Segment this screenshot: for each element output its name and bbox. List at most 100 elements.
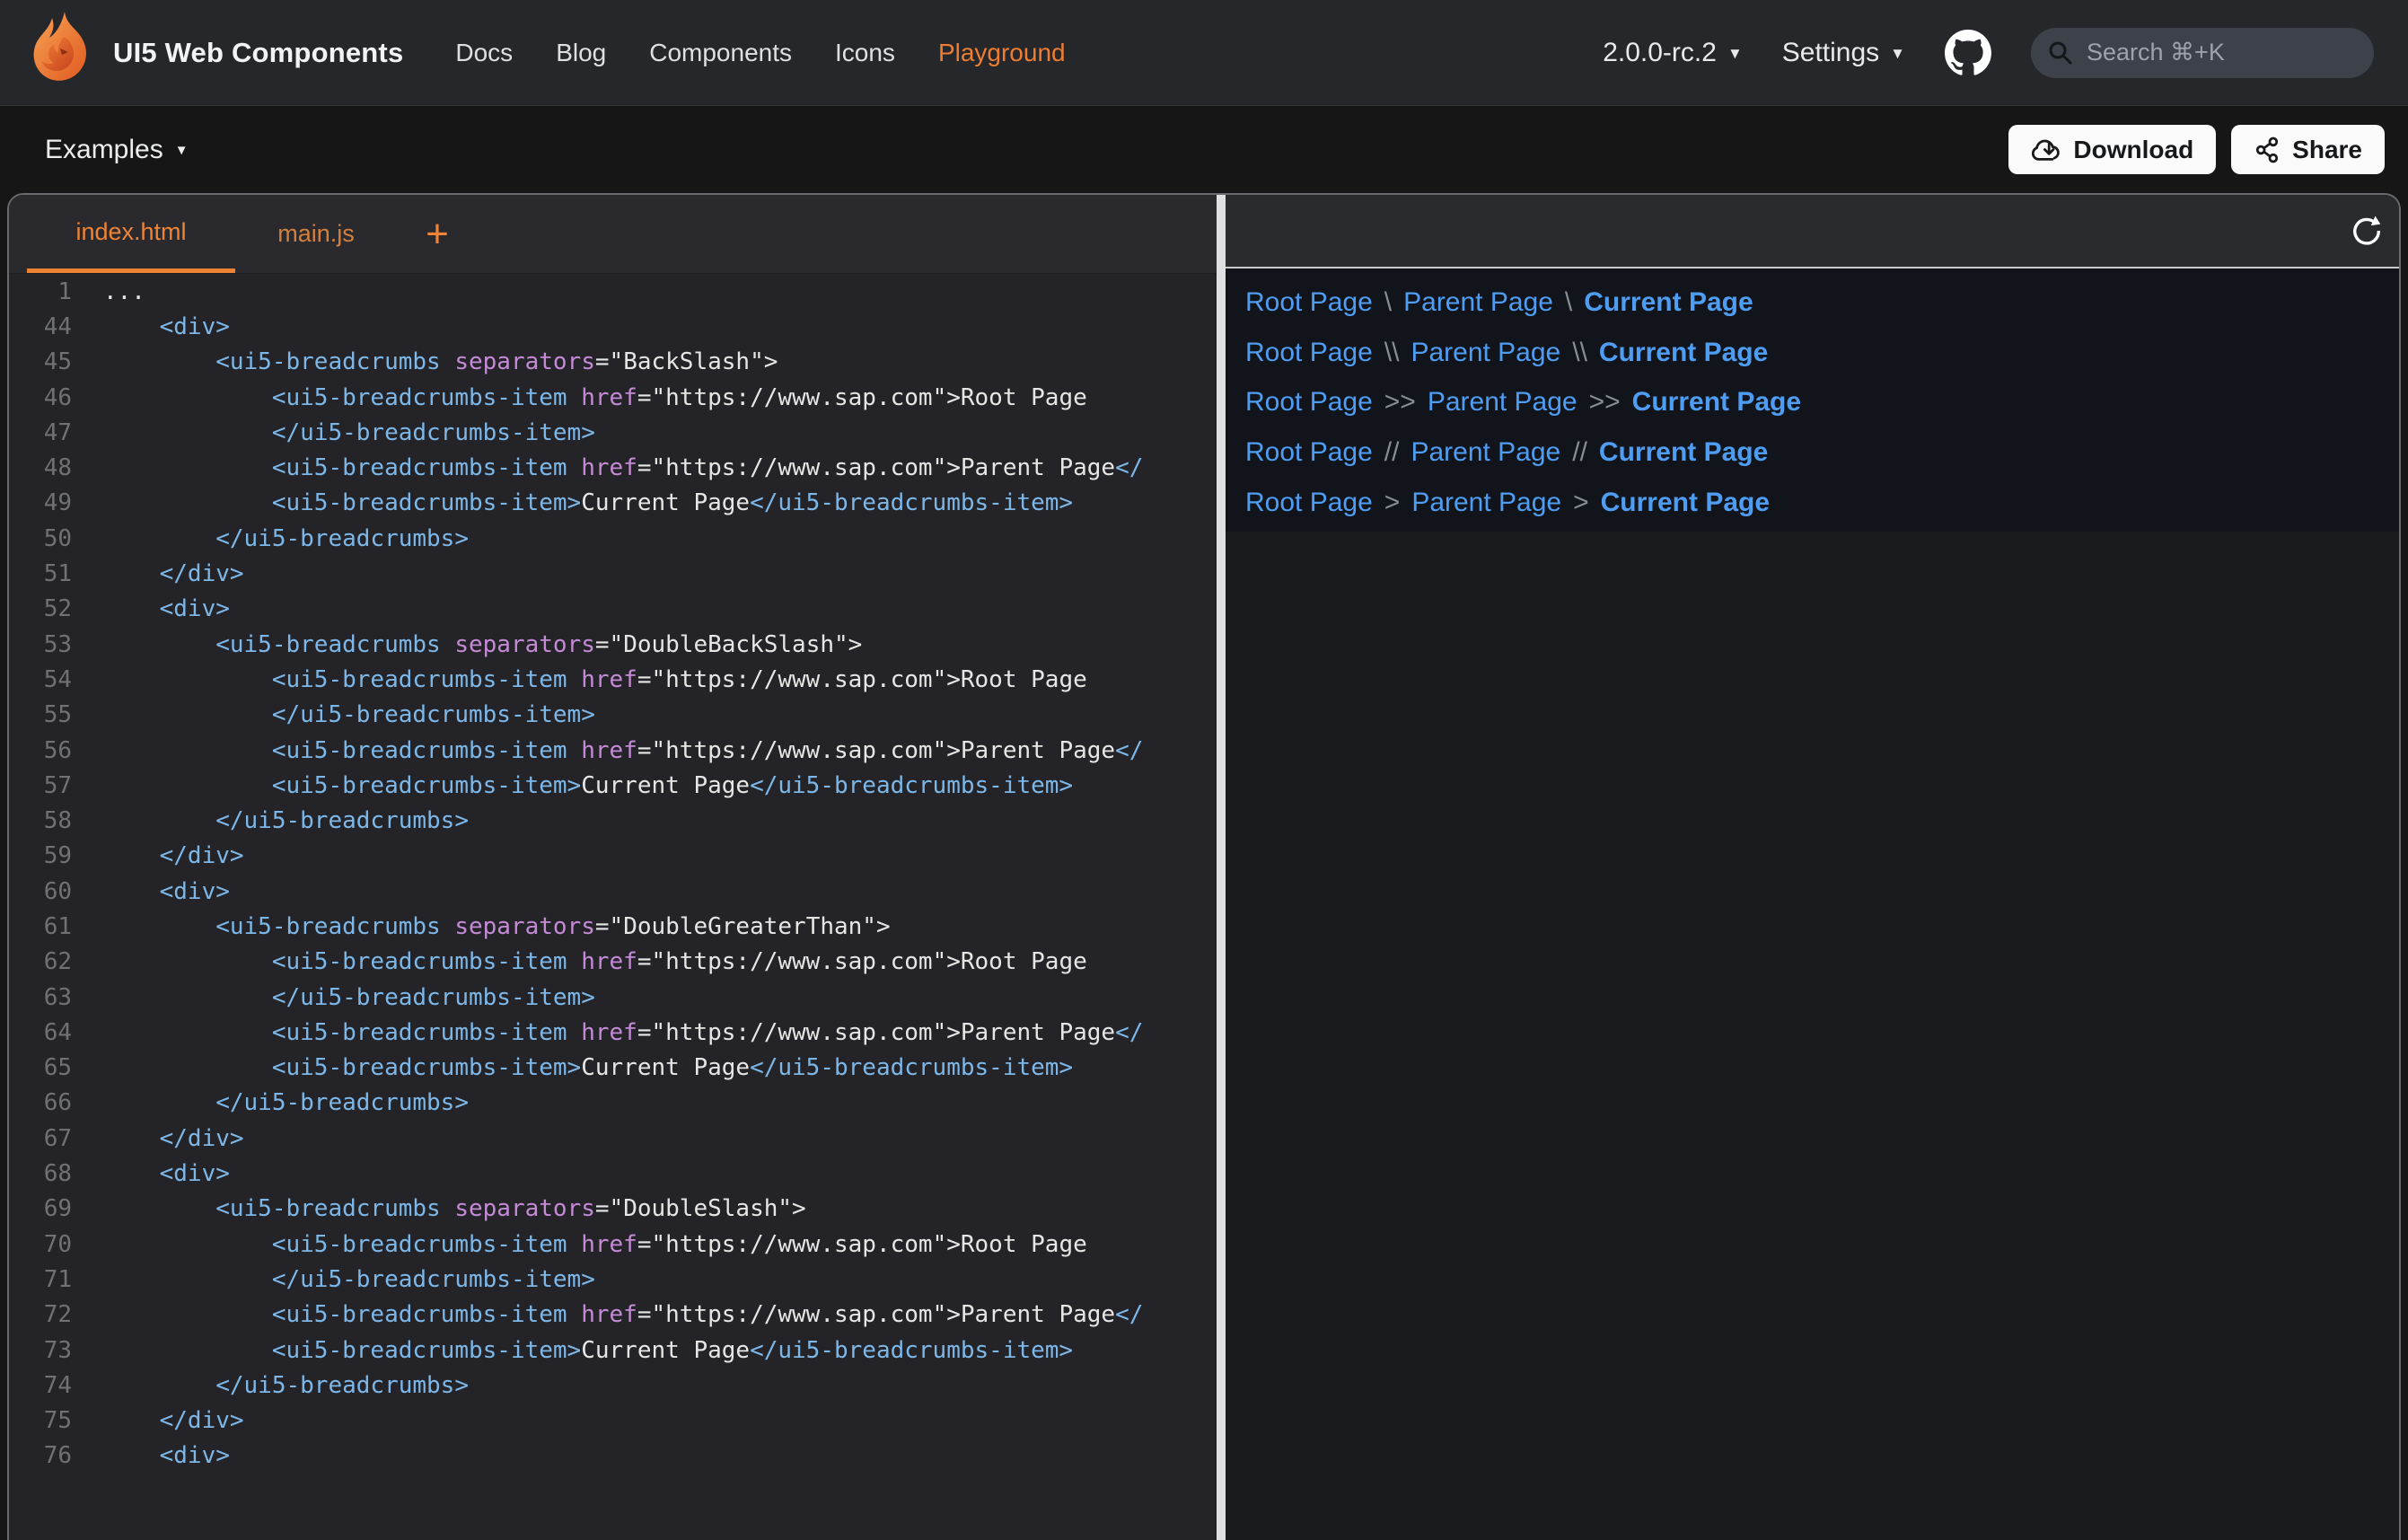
code-line: 60 <div> [9,874,1217,909]
breadcrumb-separator: > [1384,488,1401,518]
breadcrumb-separator: >> [1589,387,1621,418]
tab-main-js[interactable]: main.js [249,195,383,273]
line-number: 73 [9,1337,72,1364]
line-number: 61 [9,913,72,940]
line-number: 64 [9,1019,72,1046]
breadcrumb-separator: \ [1384,287,1392,318]
line-number: 58 [9,807,72,834]
version-dropdown[interactable]: 2.0.0-rc.2 ▼ [1603,38,1743,68]
code-line: 76 <div> [9,1439,1217,1474]
breadcrumb-link[interactable]: Root Page [1245,387,1373,418]
playground-container: index.html main.js + 1...44 <div>45 <ui5… [7,193,2401,1540]
line-number: 48 [9,454,72,481]
code-editor-pane: index.html main.js + 1...44 <div>45 <ui5… [9,195,1217,1540]
code-line: 50 </ui5-breadcrumbs> [9,521,1217,556]
chevron-down-icon: ▼ [1890,46,1905,61]
code-line: 62 <ui5-breadcrumbs-item href="https://w… [9,945,1217,980]
code-line: 51 </div> [9,556,1217,591]
line-number: 49 [9,489,72,516]
breadcrumb-separator: \ [1565,287,1572,318]
breadcrumb-link[interactable]: Root Page [1245,488,1373,518]
search-placeholder: Search ⌘+K [2087,39,2225,66]
breadcrumb-current: Current Page [1601,488,1770,518]
tab-index-html[interactable]: index.html [27,195,235,273]
breadcrumb-row: Root Page >> Parent Page >> Current Page [1245,377,2399,427]
code-line: 74 </ui5-breadcrumbs> [9,1368,1217,1403]
nav-item-docs[interactable]: Docs [455,39,513,67]
nav-item-blog[interactable]: Blog [556,39,606,67]
breadcrumb-current: Current Page [1599,437,1768,468]
brand-title[interactable]: UI5 Web Components [113,37,403,69]
ui5-phoenix-logo-icon[interactable] [27,11,99,95]
breadcrumb-link[interactable]: Parent Page [1428,387,1578,418]
code-line: 65 <ui5-breadcrumbs-item>Current Page</u… [9,1051,1217,1086]
line-number: 53 [9,631,72,658]
breadcrumb-separator: >> [1384,387,1416,418]
breadcrumb-link[interactable]: Root Page [1245,338,1373,368]
line-number: 68 [9,1160,72,1187]
code-editor[interactable]: 1...44 <div>45 <ui5-breadcrumbs separato… [9,274,1217,1540]
pane-resizer[interactable] [1217,195,1226,1540]
line-number: 47 [9,419,72,446]
line-number: 60 [9,878,72,905]
breadcrumb-link[interactable]: Root Page [1245,437,1373,468]
examples-toolbar: Examples ▼ Download Share [0,106,2408,193]
line-number: 67 [9,1125,72,1152]
examples-dropdown[interactable]: Examples ▼ [45,135,189,165]
preview-frame: Root Page\Parent Page\Current PageRoot P… [1226,268,2399,532]
breadcrumb-row: Root Page \\ Parent Page \\ Current Page [1245,328,2399,378]
line-number: 57 [9,772,72,799]
search-icon [2047,40,2074,66]
code-line: 45 <ui5-breadcrumbs separators="BackSlas… [9,345,1217,380]
breadcrumb-current: Current Page [1632,387,1801,418]
code-line: 46 <ui5-breadcrumbs-item href="https://w… [9,380,1217,415]
settings-dropdown[interactable]: Settings ▼ [1782,38,1905,68]
preview-empty-area [1226,532,2399,1540]
line-number: 54 [9,666,72,693]
line-number: 66 [9,1089,72,1116]
breadcrumb-link[interactable]: Parent Page [1411,488,1561,518]
breadcrumb-separator: \\ [1384,338,1400,368]
toolbar-actions: Download Share [2008,125,2385,174]
line-number: 71 [9,1266,72,1293]
code-line: 55 </ui5-breadcrumbs-item> [9,698,1217,733]
line-number: 62 [9,948,72,975]
line-number: 50 [9,525,72,552]
share-label: Share [2292,136,2362,164]
breadcrumb-link[interactable]: Root Page [1245,287,1373,318]
breadcrumb-current: Current Page [1599,338,1768,368]
code-line: 57 <ui5-breadcrumbs-item>Current Page</u… [9,768,1217,803]
nav-item-icons[interactable]: Icons [835,39,895,67]
search-input[interactable]: Search ⌘+K [2031,28,2374,78]
settings-label: Settings [1782,38,1879,68]
line-number: 55 [9,701,72,728]
code-line: 52 <div> [9,592,1217,627]
breadcrumb-row: Root Page>Parent Page>Current Page [1245,478,2399,528]
code-line: 44 <div> [9,309,1217,344]
breadcrumb-separator: \\ [1572,338,1587,368]
line-number: 59 [9,842,72,869]
download-button[interactable]: Download [2008,125,2216,174]
tab-label: index.html [75,218,186,246]
new-tab-button[interactable]: + [415,195,460,273]
line-number: 75 [9,1407,72,1434]
version-label: 2.0.0-rc.2 [1603,38,1717,68]
nav-item-components[interactable]: Components [649,39,792,67]
github-link[interactable] [1945,30,1991,76]
share-button[interactable]: Share [2231,125,2385,174]
breadcrumb-link[interactable]: Parent Page [1411,338,1560,368]
preview-pane: Root Page\Parent Page\Current PageRoot P… [1226,195,2399,1540]
code-line: 64 <ui5-breadcrumbs-item href="https://w… [9,1015,1217,1050]
breadcrumb-link[interactable]: Parent Page [1403,287,1553,318]
top-navbar: UI5 Web Components Docs Blog Components Ico… [0,0,2408,106]
nav-item-playground[interactable]: Playground [938,39,1066,67]
breadcrumb-link[interactable]: Parent Page [1411,437,1560,468]
line-number: 46 [9,384,72,411]
code-line: 63 </ui5-breadcrumbs-item> [9,980,1217,1015]
breadcrumb-row: Root Page//Parent Page//Current Page [1245,427,2399,478]
preview-toolbar [1226,195,2399,268]
refresh-button[interactable] [2351,215,2383,247]
breadcrumb-current: Current Page [1584,287,1753,318]
tab-label: main.js [277,220,355,248]
main-nav: Docs Blog Components Icons Playground [455,39,1065,67]
